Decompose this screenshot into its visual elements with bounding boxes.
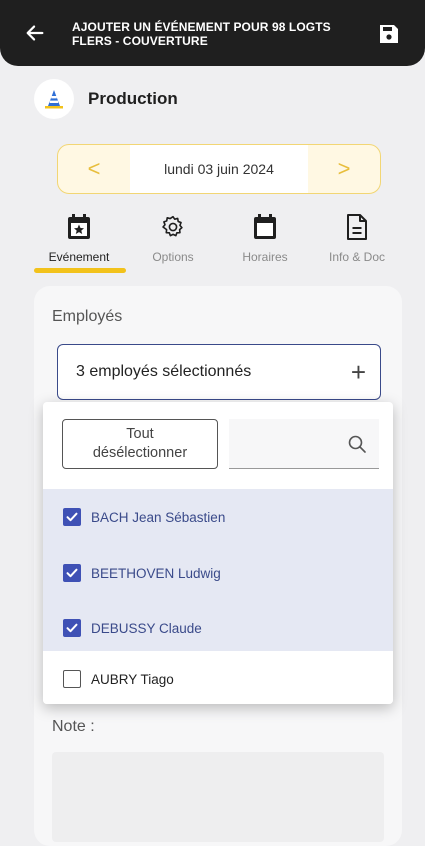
search-icon xyxy=(348,435,366,453)
employees-label: Employés xyxy=(52,308,123,325)
checkbox-checked-icon[interactable] xyxy=(63,508,81,526)
plus-icon[interactable]: + xyxy=(351,357,366,388)
calendar-icon xyxy=(254,214,276,239)
tab-horaires[interactable]: Horaires xyxy=(220,212,310,264)
dropdown-toolbar: Tout désélectionner xyxy=(43,402,393,486)
active-tab-indicator xyxy=(34,268,126,273)
page-title: AJOUTER UN ÉVÉNEMENT POUR 98 LOGTS FLERS… xyxy=(72,20,331,48)
employee-option[interactable]: DEBUSSY Claude xyxy=(43,600,393,656)
employees-dropdown: Tout désélectionner BACH Jean Sébastien … xyxy=(43,402,393,704)
tab-label: Options xyxy=(152,250,194,264)
document-icon xyxy=(347,214,367,240)
deselect-label-line2: désélectionner xyxy=(92,445,188,461)
checkbox-unchecked-icon[interactable] xyxy=(63,670,81,688)
employee-option[interactable]: BEETHOVEN Ludwig xyxy=(43,545,393,601)
tab-options[interactable]: Options xyxy=(128,212,218,264)
employees-selected-text: 3 employés sélectionnés xyxy=(76,363,252,380)
calendar-star-icon xyxy=(68,214,90,239)
employees-select[interactable]: 3 employés sélectionnés + xyxy=(57,344,381,400)
employee-name: BACH Jean Sébastien xyxy=(91,509,226,525)
tab-info-doc[interactable]: Info & Doc xyxy=(312,212,402,264)
note-label: Note : xyxy=(52,718,95,735)
employee-name: DEBUSSY Claude xyxy=(91,620,202,636)
deselect-all-button[interactable]: Tout désélectionner xyxy=(62,419,218,469)
site-name: Production xyxy=(88,89,178,108)
employee-name: BEETHOVEN Ludwig xyxy=(91,565,221,581)
employee-option[interactable]: AUBRY Tiago xyxy=(43,651,393,704)
arrow-left-icon[interactable] xyxy=(24,22,46,44)
app-header: AJOUTER UN ÉVÉNEMENT POUR 98 LOGTS FLERS… xyxy=(0,0,425,66)
floppy-disk-icon[interactable] xyxy=(377,22,401,46)
previous-day-button[interactable]: < xyxy=(58,145,130,193)
date-navigator: < lundi 03 juin 2024 > xyxy=(57,144,381,194)
employee-search-input[interactable] xyxy=(229,419,379,469)
deselect-label-line1: Tout xyxy=(126,426,154,442)
traffic-cone-icon xyxy=(34,79,74,119)
checkbox-checked-icon[interactable] xyxy=(63,564,81,582)
gear-icon xyxy=(162,215,183,237)
note-field[interactable] xyxy=(52,752,384,842)
site-header: Production xyxy=(34,79,178,119)
checkbox-checked-icon[interactable] xyxy=(63,619,81,637)
tab-label: Horaires xyxy=(242,250,288,264)
employee-option[interactable]: BACH Jean Sébastien xyxy=(43,489,393,545)
tab-label: Evénement xyxy=(48,250,110,264)
employee-name: AUBRY Tiago xyxy=(91,671,174,687)
tab-label: Info & Doc xyxy=(328,250,386,264)
next-day-button[interactable]: > xyxy=(308,145,380,193)
current-date: lundi 03 juin 2024 xyxy=(130,145,308,193)
tab-evenement[interactable]: Evénement xyxy=(34,212,124,264)
